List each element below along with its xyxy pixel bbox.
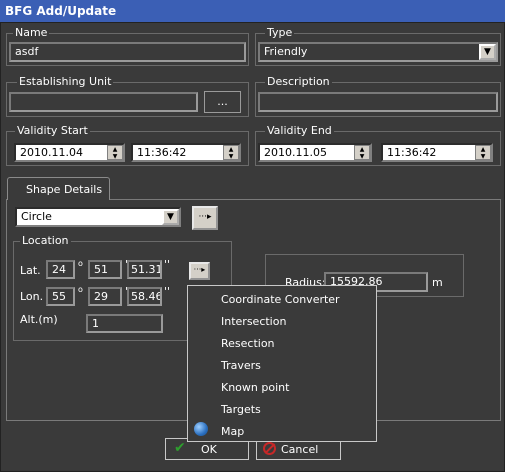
- checkmark-icon: ✔: [174, 440, 186, 456]
- validity-end-time-spinner[interactable]: ▲ ▼: [475, 145, 491, 160]
- dots-arrow-icon: ···▸: [193, 265, 206, 274]
- menu-item-coordinate-converter[interactable]: Coordinate Converter: [221, 293, 340, 306]
- shape-select[interactable]: Circle: [15, 207, 181, 227]
- dots-arrow-icon: ···▸: [198, 212, 212, 222]
- type-select[interactable]: Friendly: [258, 42, 498, 62]
- validity-start-date-spinner[interactable]: ▲ ▼: [107, 145, 123, 160]
- latitude-seconds-input[interactable]: 51.31: [127, 260, 162, 279]
- tab-shape-details[interactable]: Shape Details: [7, 177, 110, 200]
- menu-item-travers[interactable]: Travers: [221, 359, 261, 372]
- coordinate-context-menu: Coordinate Converter Intersection Resect…: [187, 285, 377, 442]
- validity-end-label: Validity End: [265, 124, 334, 137]
- cancel-icon: [263, 442, 276, 455]
- latitude-options-button[interactable]: ···▸: [189, 262, 210, 280]
- longitude-minutes-input[interactable]: 29: [88, 287, 122, 306]
- menu-item-known-point[interactable]: Known point: [221, 381, 289, 394]
- altitude-label: Alt.(m): [20, 313, 58, 326]
- latitude-second-symbol: '': [164, 258, 171, 271]
- longitude-degrees-input[interactable]: 55: [46, 287, 75, 306]
- type-label: Type: [265, 26, 295, 39]
- ok-button-label: OK: [201, 443, 217, 456]
- tab-shape-details-label: Shape Details: [26, 183, 103, 196]
- type-dropdown-arrow-icon[interactable]: ▼: [479, 44, 496, 60]
- validity-start-time-spinner[interactable]: ▲ ▼: [223, 145, 239, 160]
- longitude-seconds-input[interactable]: 58.46: [127, 287, 162, 306]
- establishing-unit-input[interactable]: [9, 92, 198, 112]
- latitude-minutes-input[interactable]: 51: [88, 260, 122, 279]
- name-input[interactable]: asdf: [9, 42, 246, 62]
- radius-unit-label: m: [432, 276, 443, 289]
- establishing-unit-browse-button[interactable]: ...: [204, 91, 241, 113]
- location-label: Location: [20, 234, 71, 247]
- longitude-degree-symbol: o: [78, 285, 83, 294]
- altitude-input[interactable]: 1: [86, 314, 163, 333]
- menu-item-map[interactable]: Map: [221, 425, 244, 438]
- description-label: Description: [265, 75, 332, 88]
- shape-options-button[interactable]: ···▸: [192, 206, 218, 230]
- name-label: Name: [13, 26, 50, 39]
- shape-dropdown-arrow-icon[interactable]: ▼: [162, 209, 179, 225]
- longitude-second-symbol: '': [164, 285, 171, 298]
- menu-item-targets[interactable]: Targets: [221, 403, 261, 416]
- latitude-degrees-input[interactable]: 24: [46, 260, 75, 279]
- cancel-button-label: Cancel: [281, 443, 319, 456]
- shape-select-value: Circle: [21, 210, 52, 223]
- validity-start-label: Validity Start: [15, 124, 90, 137]
- title-bar[interactable]: BFG Add/Update: [0, 0, 505, 22]
- window-title: BFG Add/Update: [5, 4, 117, 18]
- globe-icon: [194, 422, 208, 436]
- description-input[interactable]: [258, 92, 498, 112]
- type-select-value: Friendly: [264, 45, 308, 58]
- latitude-degree-symbol: o: [78, 259, 83, 268]
- menu-item-resection[interactable]: Resection: [221, 337, 275, 350]
- menu-item-intersection[interactable]: Intersection: [221, 315, 286, 328]
- establishing-unit-label: Establishing Unit: [17, 75, 114, 88]
- validity-end-date-spinner[interactable]: ▲ ▼: [354, 145, 370, 160]
- latitude-label: Lat.: [20, 264, 41, 277]
- longitude-label: Lon.: [20, 290, 44, 303]
